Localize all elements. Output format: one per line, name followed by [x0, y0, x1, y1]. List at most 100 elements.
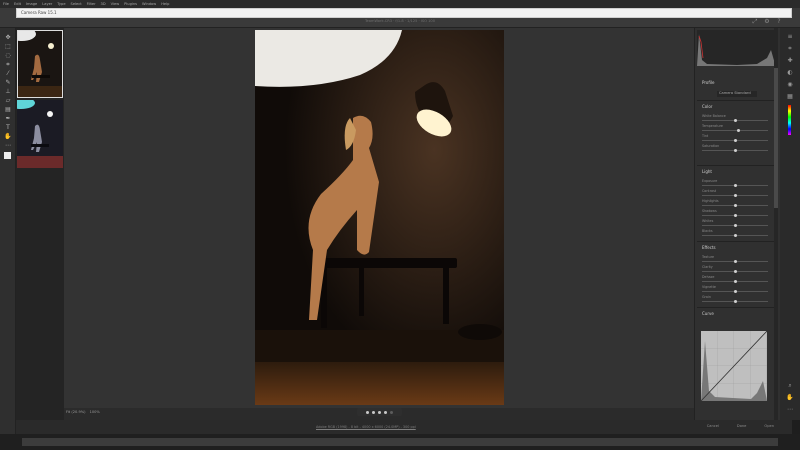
section-color-title[interactable]: Color — [702, 104, 712, 109]
workflow-options-link[interactable]: Adobe RGB (1998) - 8 bit - 4000 x 6000 (… — [316, 425, 416, 429]
color-slider-tint[interactable]: Tint — [702, 134, 770, 143]
light-slider-highlights[interactable]: Highlights — [702, 199, 770, 208]
more-tools-icon[interactable]: ⋯ — [4, 142, 12, 149]
slider-knob[interactable] — [733, 119, 737, 122]
eyedropper-tool-icon[interactable]: ⁄ — [4, 70, 12, 77]
menu-item-help[interactable]: Help — [161, 2, 169, 6]
menu-item-3d[interactable]: 3D — [101, 2, 106, 6]
menu-item-image[interactable]: Image — [26, 2, 37, 6]
slider-knob[interactable] — [733, 234, 737, 237]
light-slider-exposure[interactable]: Exposure — [702, 179, 770, 188]
light-slider-whites[interactable]: Whites — [702, 219, 770, 228]
light-slider-shadows[interactable]: Shadows — [702, 209, 770, 218]
done-button[interactable]: Done — [737, 424, 746, 428]
rating-star[interactable] — [390, 410, 393, 414]
menu-item-window[interactable]: Window — [142, 2, 156, 6]
effects-slider-vignette[interactable]: Vignette — [702, 285, 770, 294]
effects-slider-grain[interactable]: Grain — [702, 295, 770, 304]
profile-label: Profile — [702, 80, 715, 85]
slider-knob[interactable] — [733, 194, 737, 197]
slider-track[interactable] — [702, 130, 768, 131]
scrollbar-thumb[interactable] — [774, 68, 778, 208]
menu-item-select[interactable]: Select — [71, 2, 82, 6]
slider-knob[interactable] — [733, 224, 737, 227]
mask-icon[interactable]: ◐ — [786, 69, 794, 77]
stamp-tool-icon[interactable]: ⊥ — [4, 88, 12, 95]
tone-curve[interactable] — [700, 330, 768, 402]
slider-knob[interactable] — [733, 204, 737, 207]
hand-icon[interactable]: ✋ — [786, 394, 794, 402]
redeye-icon[interactable]: ◉ — [786, 81, 794, 89]
menu-item-filter[interactable]: Filter — [87, 2, 96, 6]
effects-slider-clarity[interactable]: Clarity — [702, 265, 770, 274]
slider-knob[interactable] — [736, 129, 740, 132]
slider-knob[interactable] — [733, 149, 737, 152]
type-tool-icon[interactable]: T — [4, 124, 12, 131]
more-icon[interactable]: ⋯ — [786, 406, 794, 414]
slider-knob[interactable] — [733, 139, 737, 142]
color-slider-temperature[interactable]: Temperature — [702, 124, 770, 133]
zoom-icon[interactable]: ⌕ — [786, 382, 794, 390]
slider-knob[interactable] — [733, 214, 737, 217]
menu-item-layer[interactable]: Layer — [42, 2, 52, 6]
brush-tool-icon[interactable]: ✎ — [4, 79, 12, 86]
rating-star[interactable] — [378, 410, 381, 414]
slider-knob[interactable] — [733, 290, 737, 293]
settings-icon[interactable]: ⚙ — [764, 19, 770, 25]
eraser-tool-icon[interactable]: ▱ — [4, 97, 12, 104]
gradient-tool-icon[interactable]: ▤ — [4, 106, 12, 113]
menu-item-type[interactable]: Type — [57, 2, 65, 6]
menu-item-file[interactable]: File — [3, 2, 9, 6]
rating-star[interactable] — [366, 410, 369, 414]
edit-tools-column: ≡ ⌗ ✚ ◐ ◉ ▦ ⌕ ✋ ⋯ — [780, 28, 800, 420]
crop-tool-icon[interactable]: ⌗ — [4, 61, 12, 68]
section-light-title[interactable]: Light — [702, 169, 712, 174]
move-tool-icon[interactable]: ✥ — [4, 34, 12, 41]
crop-icon[interactable]: ⌗ — [786, 45, 794, 53]
edit-icon[interactable]: ≡ — [786, 33, 794, 41]
profile-select[interactable]: Camera Standard — [717, 91, 757, 97]
slider-knob[interactable] — [733, 270, 737, 273]
slider-label: Blacks — [702, 229, 713, 233]
rating-stars[interactable] — [357, 408, 402, 416]
fullscreen-icon[interactable]: ⤢ — [752, 19, 758, 25]
marquee-tool-icon[interactable]: ⬚ — [4, 43, 12, 50]
cancel-button[interactable]: Cancel — [707, 424, 719, 428]
slider-knob[interactable] — [733, 280, 737, 283]
zoom-level[interactable]: Fit (20.9%) — [66, 410, 86, 417]
rating-star[interactable] — [372, 410, 375, 414]
pen-tool-icon[interactable]: ✒ — [4, 115, 12, 122]
menu-item-view[interactable]: View — [111, 2, 120, 6]
light-slider-contrast[interactable]: Contrast — [702, 189, 770, 198]
menu-item-plugins[interactable]: Plugins — [124, 2, 137, 6]
heal-icon[interactable]: ✚ — [786, 57, 794, 65]
menu-item-edit[interactable]: Edit — [14, 2, 21, 6]
slider-knob[interactable] — [733, 300, 737, 303]
section-curve-title[interactable]: Curve — [702, 311, 714, 316]
slider-label: Saturation — [702, 144, 720, 148]
foreground-color-swatch[interactable] — [4, 152, 11, 159]
divider — [697, 100, 777, 101]
section-effects-title[interactable]: Effects — [702, 245, 716, 250]
slider-knob[interactable] — [733, 260, 737, 263]
slider-knob[interactable] — [733, 184, 737, 187]
light-slider-blacks[interactable]: Blacks — [702, 229, 770, 238]
presets-icon[interactable]: ▦ — [786, 93, 794, 101]
effects-slider-dehaze[interactable]: Dehaze — [702, 275, 770, 284]
help-icon[interactable]: ? — [776, 19, 782, 25]
panel-scrollbar[interactable] — [774, 28, 778, 420]
thumbnail-2[interactable] — [7, 97, 63, 168]
zoom-percent[interactable]: 100% — [90, 410, 100, 417]
thumbnail-1[interactable] — [8, 27, 63, 98]
hand-tool-icon[interactable]: ✋ — [4, 133, 12, 140]
main-photo[interactable] — [255, 30, 504, 405]
color-slider-white-balance[interactable]: White Balance — [702, 114, 770, 123]
slider-label: Whites — [702, 219, 714, 223]
lasso-tool-icon[interactable]: ◌ — [4, 52, 12, 59]
open-button[interactable]: Open — [764, 424, 774, 428]
effects-slider-texture[interactable]: Texture — [702, 255, 770, 264]
slider-label: Contrast — [702, 189, 717, 193]
zoom-controls[interactable]: Fit (20.9%) 100% — [66, 410, 100, 417]
rating-star[interactable] — [384, 410, 387, 414]
color-slider-saturation[interactable]: Saturation — [702, 144, 770, 153]
